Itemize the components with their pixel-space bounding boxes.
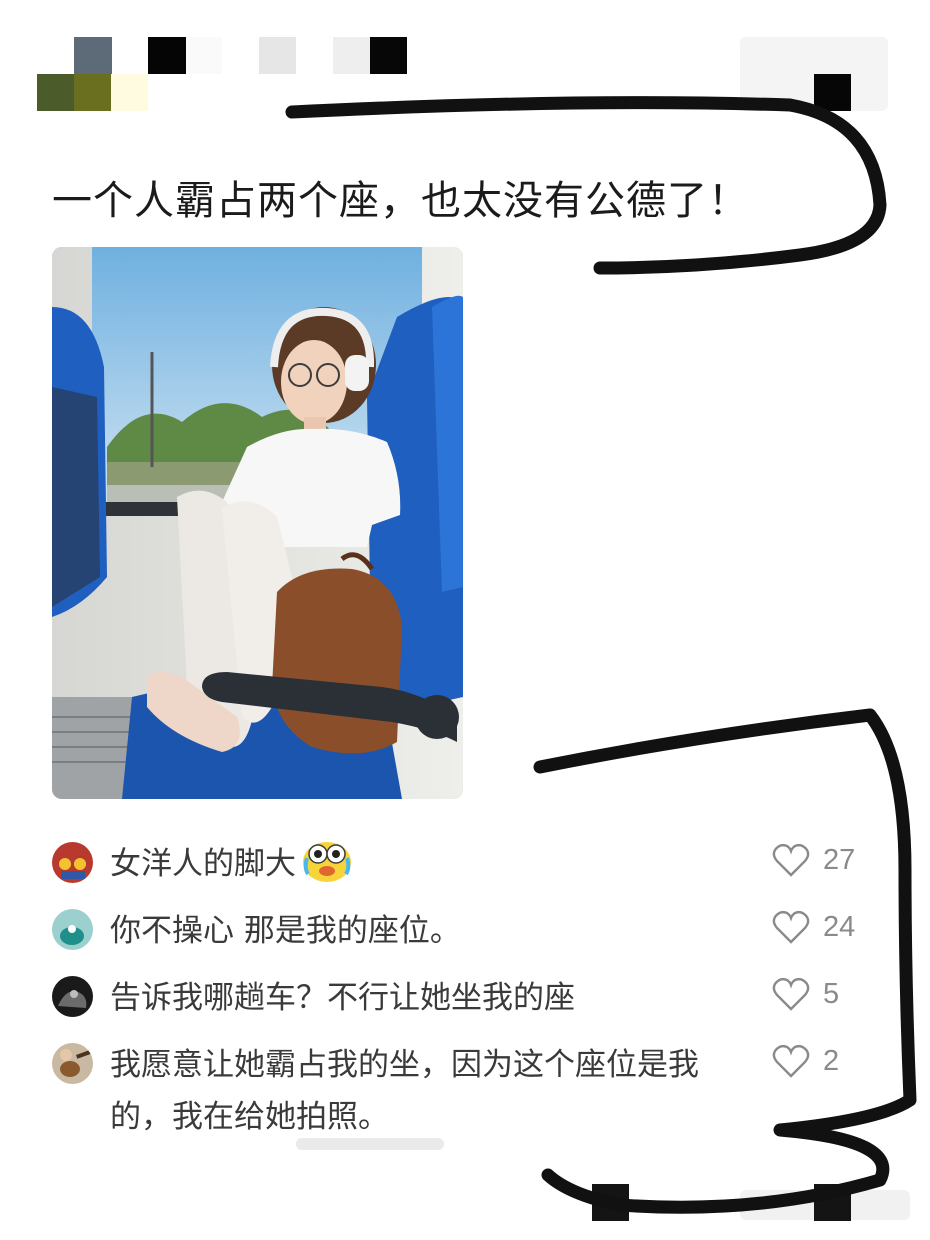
like-button[interactable]: 2 bbox=[772, 1043, 872, 1083]
teal-cartoon-avatar-icon bbox=[52, 909, 93, 950]
avatar[interactable] bbox=[52, 909, 93, 950]
avatar[interactable] bbox=[52, 976, 93, 1017]
heart-icon bbox=[772, 910, 810, 944]
avatar[interactable] bbox=[52, 842, 93, 883]
like-button[interactable]: 5 bbox=[772, 976, 872, 1016]
comment-text: 告诉我哪趟车？不行让她坐我的座 bbox=[110, 980, 575, 1016]
comment-text: 女洋人的脚大 bbox=[110, 846, 296, 882]
list-item: 你不操心 那是我的座位。 24 bbox=[52, 909, 872, 961]
list-item: 我愿意让她霸占我的坐，因为这个座位是我的，我在给她拍照。 2 bbox=[52, 1043, 872, 1143]
like-button[interactable]: 27 bbox=[772, 842, 872, 882]
heart-icon bbox=[772, 843, 810, 877]
train-seat-photo bbox=[52, 247, 463, 799]
post-photo[interactable] bbox=[52, 247, 463, 799]
guitar-photo-avatar-icon bbox=[52, 1043, 93, 1084]
red-cartoon-avatar-icon bbox=[52, 842, 93, 883]
like-count: 27 bbox=[823, 844, 856, 876]
like-count: 24 bbox=[823, 911, 856, 943]
avatar[interactable] bbox=[52, 1043, 93, 1084]
like-button[interactable]: 24 bbox=[772, 909, 872, 949]
post-title: 一个人霸占两个座，也太没有公德了！ bbox=[52, 178, 749, 224]
comment-text: 你不操心 那是我的座位。 bbox=[110, 913, 461, 949]
like-count: 5 bbox=[823, 978, 840, 1010]
like-count: 2 bbox=[823, 1045, 840, 1077]
crying-laughing-emoji-icon bbox=[303, 842, 351, 882]
heart-icon bbox=[772, 1044, 810, 1078]
list-item: 女洋人的脚大 27 bbox=[52, 842, 872, 894]
comment-text: 我愿意让她霸占我的坐，因为这个座位是我的，我在给她拍照。 bbox=[110, 1047, 699, 1135]
list-item: 告诉我哪趟车？不行让她坐我的座 5 bbox=[52, 976, 872, 1028]
dark-photo-avatar-icon bbox=[52, 976, 93, 1017]
heart-icon bbox=[772, 977, 810, 1011]
